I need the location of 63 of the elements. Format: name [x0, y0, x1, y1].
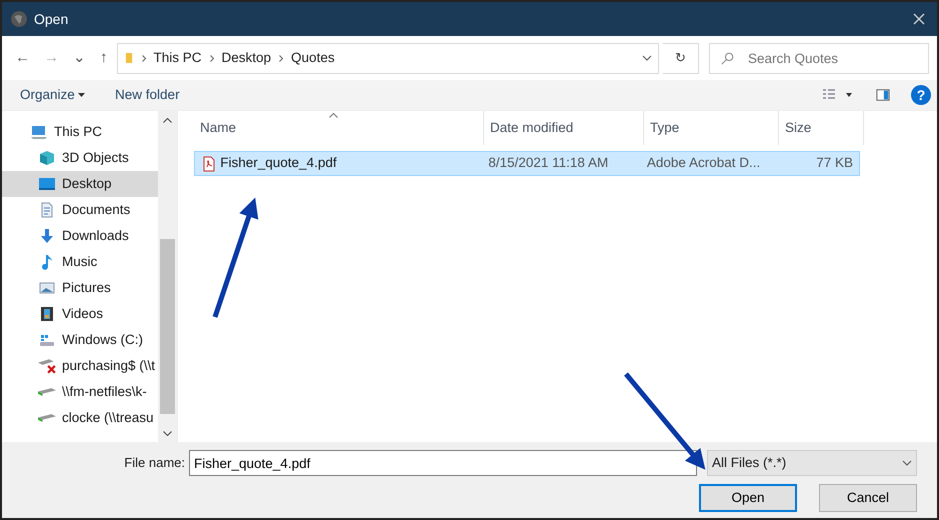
chevron-icon	[279, 54, 284, 62]
help-button[interactable]: ?	[911, 85, 931, 105]
date-modified: 8/15/2021 11:18 AM	[487, 154, 610, 172]
column-header[interactable]: Date modified	[484, 111, 644, 145]
sidebar-item[interactable]: Downloads	[2, 223, 158, 249]
file-type: Adobe Acrobat D...	[646, 154, 762, 172]
refresh-button[interactable]: ↻	[663, 42, 699, 74]
sidebar-item[interactable]: clocke (\\treasu	[2, 405, 158, 431]
scrollbar-thumb[interactable]	[160, 239, 175, 414]
recent-locations-button[interactable]: ⌄	[68, 46, 91, 70]
file-type-dropdown[interactable]: All Files (*.*)	[707, 450, 917, 476]
back-button[interactable]: ←	[10, 46, 35, 70]
scroll-up-icon[interactable]	[163, 118, 172, 122]
sidebar-item[interactable]: Pictures	[2, 275, 158, 301]
file-row[interactable]: Fisher_quote_4.pdf 8/15/2021 11:18 AM Adobe Acrobat D... 77 KB	[194, 151, 860, 176]
column-header[interactable]: Type	[644, 111, 779, 145]
cube-icon	[38, 150, 56, 166]
sidebar-item[interactable]: purchasing$ (\\t	[2, 353, 158, 379]
pdf-file-icon	[201, 154, 217, 172]
organize-button[interactable]: Organize	[20, 84, 86, 106]
up-button[interactable]: ↑	[95, 46, 112, 70]
file-size: 77 KB	[815, 154, 854, 172]
address-bar[interactable]: This PC Desktop Quotes	[116, 42, 659, 74]
dropdown-icon[interactable]	[642, 55, 652, 61]
preview-pane-icon	[874, 88, 892, 102]
picture-icon	[38, 280, 56, 296]
column-header[interactable]: Size	[779, 111, 864, 145]
sidebar-item[interactable]: Windows (C:)	[2, 327, 158, 353]
search-field[interactable]: Search Quotes	[709, 42, 929, 74]
drive-icon	[38, 332, 56, 348]
app-icon	[10, 10, 28, 28]
monitor-icon	[38, 176, 56, 192]
sidebar-item[interactable]: 3D Objects	[2, 145, 158, 171]
scroll-down-icon[interactable]	[163, 430, 172, 436]
download-icon	[38, 228, 56, 244]
chevron-icon	[142, 54, 146, 62]
file-name-label: File name:	[124, 454, 185, 472]
open-button[interactable]: Open	[699, 484, 797, 512]
sidebar-item[interactable]: \\fm-netfiles\k-	[2, 379, 158, 405]
network-drive-icon	[38, 414, 56, 422]
dropdown-icon	[902, 460, 912, 466]
sidebar-item[interactable]: Desktop	[2, 171, 158, 197]
computer-icon	[30, 124, 48, 140]
caret-icon	[78, 93, 86, 97]
chevron-icon	[210, 54, 214, 62]
window-title: Open	[34, 10, 68, 29]
file-name: Fisher_quote_4.pdf	[220, 154, 337, 172]
new-folder-button[interactable]: New folder	[115, 84, 180, 106]
disconnected-drive-icon	[38, 358, 56, 374]
search-icon	[721, 52, 734, 64]
column-header[interactable]: Name	[194, 111, 484, 145]
breadcrumb-link[interactable]: Quotes	[291, 48, 335, 68]
file-name-field[interactable]: Fisher_quote_4.pdf	[189, 450, 697, 476]
sidebar-item[interactable]: Music	[2, 249, 158, 275]
sidebar-item[interactable]: Documents	[2, 197, 158, 223]
network-drive-icon	[38, 388, 56, 396]
film-icon	[38, 306, 56, 322]
sidebar-item[interactable]: Videos	[2, 301, 158, 327]
cancel-button[interactable]: Cancel	[819, 484, 917, 512]
sidebar-item[interactable]: This PC	[2, 119, 158, 145]
breadcrumb-link[interactable]: Desktop	[222, 48, 272, 68]
close-icon	[913, 12, 925, 25]
breadcrumb-link[interactable]: This PC	[154, 48, 202, 68]
